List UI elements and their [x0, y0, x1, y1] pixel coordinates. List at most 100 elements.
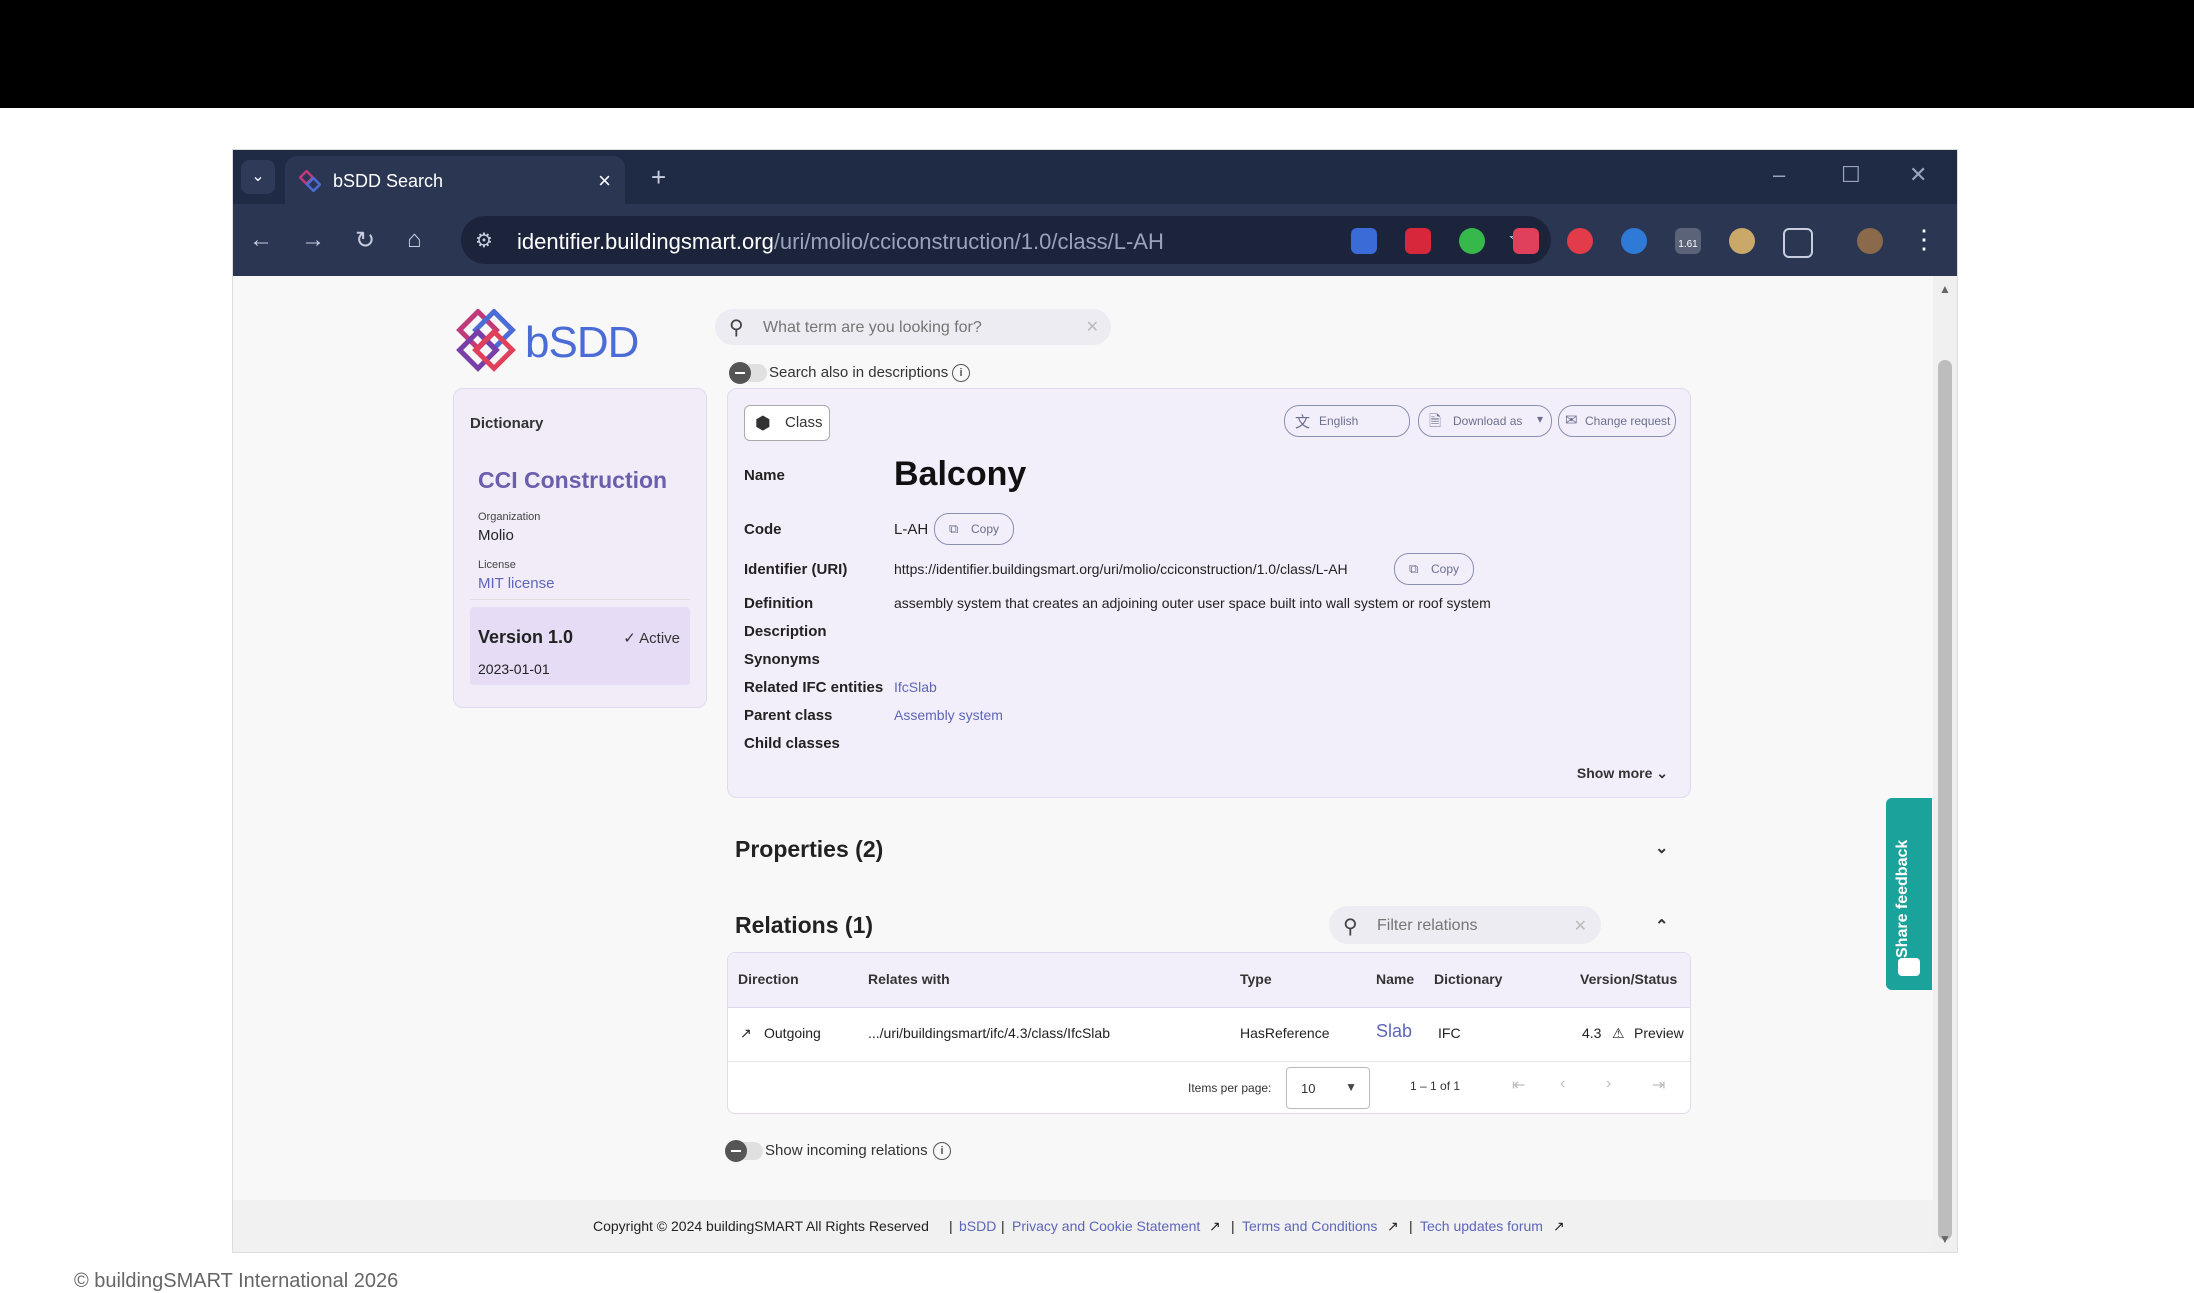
- info-icon[interactable]: i: [933, 1142, 951, 1160]
- items-per-page-select[interactable]: 10 ▼: [1286, 1067, 1370, 1109]
- minimize-icon[interactable]: –: [1773, 162, 1785, 188]
- maximize-icon[interactable]: ☐: [1841, 162, 1861, 188]
- row-type: HasReference: [1240, 1025, 1330, 1041]
- forward-icon[interactable]: →: [301, 226, 325, 254]
- name-label: Name: [744, 467, 785, 484]
- footer-privacy-link[interactable]: Privacy and Cookie Statement: [1012, 1218, 1200, 1234]
- incoming-relations-toggle[interactable]: [725, 1140, 763, 1162]
- close-tab-icon[interactable]: ×: [598, 168, 611, 194]
- version-item[interactable]: Version 1.0 ✓ Active 2023-01-01: [470, 607, 690, 685]
- copy-icon: ⧉: [1409, 561, 1419, 576]
- language-button[interactable]: 文 English: [1284, 405, 1410, 437]
- header-name[interactable]: Name: [1376, 971, 1414, 987]
- info-icon[interactable]: i: [952, 364, 970, 382]
- tab-strip: ⌄ bSDD Search × + – ☐ ✕: [233, 150, 1957, 204]
- extension-icon-6[interactable]: [1621, 228, 1647, 254]
- extension-icon-4[interactable]: [1513, 228, 1539, 254]
- copy-code-button[interactable]: ⧉ Copy: [934, 513, 1014, 545]
- logo-text[interactable]: bSDD: [525, 318, 639, 368]
- ifc-entities-label: Related IFC entities: [744, 679, 884, 696]
- show-more-button[interactable]: Show more ⌄: [1577, 765, 1668, 782]
- change-request-button[interactable]: ✉ Change request: [1558, 405, 1676, 437]
- status-badge: ✓ Active: [623, 630, 680, 647]
- copy-icon: ⧉: [949, 521, 959, 536]
- scroll-down-icon[interactable]: ▼: [1939, 1232, 1951, 1246]
- header-dictionary[interactable]: Dictionary: [1434, 971, 1502, 987]
- clear-search-icon[interactable]: ✕: [1086, 317, 1099, 337]
- back-icon[interactable]: ←: [249, 226, 273, 254]
- row-dictionary: IFC: [1438, 1025, 1461, 1041]
- external-link-icon: ↗: [1209, 1218, 1221, 1234]
- profile-avatar[interactable]: [1857, 228, 1883, 254]
- items-per-page-label: Items per page:: [1188, 1081, 1272, 1095]
- last-page-icon[interactable]: ⇥: [1652, 1075, 1665, 1095]
- footer-forum-link[interactable]: Tech updates forum: [1420, 1218, 1543, 1234]
- browser-window: ⌄ bSDD Search × + – ☐ ✕ ← → ↻ ⌂ ⚙ identi…: [233, 150, 1957, 1252]
- external-link-icon: ↗: [1553, 1218, 1565, 1234]
- tab-search-button[interactable]: ⌄: [241, 160, 275, 194]
- license-link[interactable]: MIT license: [478, 575, 554, 592]
- header-direction[interactable]: Direction: [738, 971, 799, 987]
- ifc-entity-link[interactable]: IfcSlab: [894, 679, 937, 695]
- organization-value: Molio: [478, 527, 514, 544]
- uri-label: Identifier (URI): [744, 561, 848, 578]
- download-button[interactable]: 🗎 Download as ▾: [1418, 405, 1552, 437]
- home-icon[interactable]: ⌂: [407, 226, 422, 254]
- properties-heading[interactable]: Properties (2): [735, 836, 883, 863]
- page-footer: Copyright © 2024 buildingSMART All Right…: [233, 1200, 1933, 1252]
- expand-properties-icon[interactable]: ⌄: [1655, 838, 1668, 858]
- collapse-relations-icon[interactable]: ⌃: [1655, 916, 1668, 936]
- prev-page-icon[interactable]: ‹: [1560, 1075, 1565, 1093]
- version-label: Version 1.0: [478, 627, 574, 647]
- site-info-icon[interactable]: ⚙: [475, 228, 493, 253]
- term-search[interactable]: ⚲ ✕: [715, 309, 1111, 345]
- address-bar[interactable]: ⚙ identifier.buildingsmart.org/uri/molio…: [461, 216, 1551, 264]
- new-tab-icon[interactable]: +: [651, 162, 666, 193]
- organization-label: Organization: [478, 511, 541, 523]
- row-name-link[interactable]: Slab: [1376, 1021, 1412, 1042]
- class-type-chip: ⬢ Class: [744, 405, 830, 441]
- share-feedback-button[interactable]: Share feedback: [1886, 798, 1932, 990]
- code-value: L-AH: [894, 521, 929, 538]
- extension-icon-5[interactable]: [1567, 228, 1593, 254]
- header-type[interactable]: Type: [1240, 971, 1272, 987]
- browser-tab[interactable]: bSDD Search ×: [285, 156, 625, 204]
- copy-uri-button[interactable]: ⧉ Copy: [1394, 553, 1474, 585]
- arrow-outgoing-icon: ↗: [740, 1025, 752, 1041]
- header-relates-with[interactable]: Relates with: [868, 971, 950, 987]
- reload-icon[interactable]: ↻: [355, 226, 375, 255]
- filter-relations-input[interactable]: [1375, 911, 1559, 941]
- incoming-relations-label: Show incoming relations: [765, 1142, 928, 1159]
- close-window-icon[interactable]: ✕: [1909, 162, 1927, 188]
- dictionary-heading: Dictionary: [470, 415, 544, 432]
- extension-badge-icon[interactable]: 1.61: [1675, 228, 1701, 254]
- row-direction: Outgoing: [764, 1025, 821, 1041]
- search-descriptions-toggle[interactable]: [729, 362, 767, 384]
- scroll-up-icon[interactable]: ▲: [1939, 282, 1951, 296]
- page-scrollbar[interactable]: ▲ ▼: [1933, 276, 1957, 1252]
- description-label: Description: [744, 623, 827, 640]
- mail-icon: ✉: [1565, 412, 1578, 429]
- first-page-icon[interactable]: ⇤: [1512, 1075, 1525, 1095]
- extension-icon-1[interactable]: [1351, 228, 1377, 254]
- relations-heading[interactable]: Relations (1): [735, 912, 873, 939]
- share-feedback-label: Share feedback: [1894, 839, 1911, 958]
- header-version-status[interactable]: Version/Status: [1580, 971, 1677, 987]
- extensions-puzzle-icon[interactable]: [1783, 228, 1813, 258]
- filter-relations[interactable]: ⚲ ✕: [1329, 906, 1601, 944]
- extension-icon-2[interactable]: [1405, 228, 1431, 254]
- dictionary-name[interactable]: CCI Construction: [478, 467, 667, 494]
- parent-class-link[interactable]: Assembly system: [894, 707, 1003, 723]
- extension-icon-3[interactable]: [1459, 228, 1485, 254]
- browser-menu-icon[interactable]: ⋮: [1911, 224, 1937, 255]
- extension-icon-7[interactable]: [1729, 228, 1755, 254]
- footer-bsdd-link[interactable]: bSDD: [959, 1218, 996, 1234]
- clear-filter-icon[interactable]: ✕: [1574, 916, 1587, 936]
- class-card: ⬢ Class 文 English 🗎 Download as ▾ ✉ Change …: [727, 388, 1691, 798]
- next-page-icon[interactable]: ›: [1606, 1075, 1611, 1093]
- footer-terms-link[interactable]: Terms and Conditions: [1242, 1218, 1377, 1234]
- scrollbar-thumb[interactable]: [1938, 360, 1952, 1240]
- url-text[interactable]: identifier.buildingsmart.org/uri/molio/c…: [517, 229, 1164, 255]
- translate-icon: 文: [1295, 414, 1311, 431]
- search-input[interactable]: [761, 313, 1065, 343]
